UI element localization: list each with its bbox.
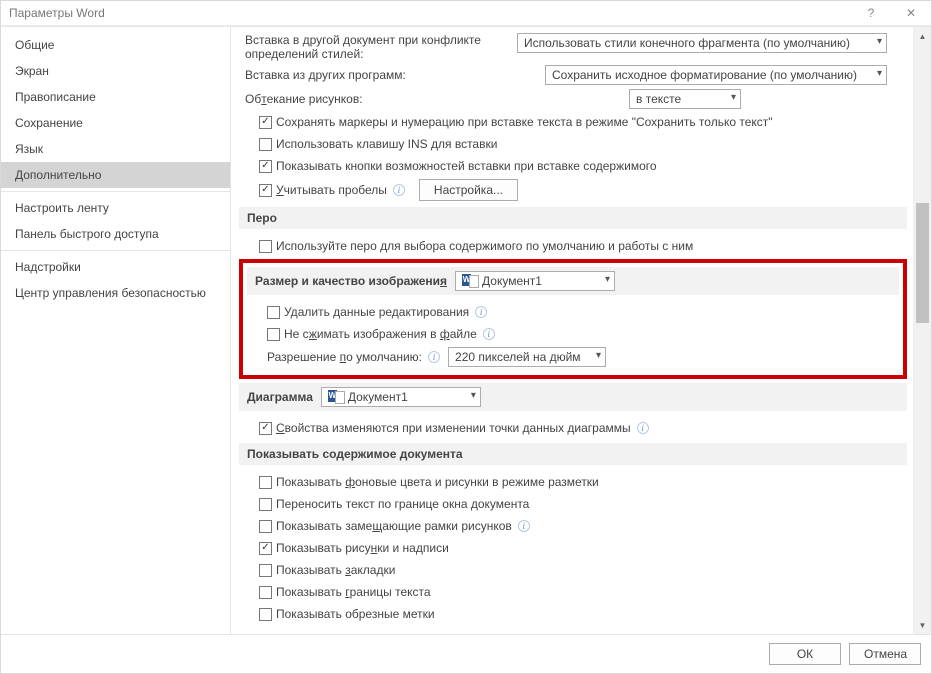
row-smart-cut-paste: Учитывать пробелы Настройка... xyxy=(239,177,907,203)
info-icon[interactable] xyxy=(483,328,495,340)
close-button[interactable]: ✕ xyxy=(891,1,931,26)
checkbox-ins-key[interactable] xyxy=(259,138,272,151)
options-dialog: Параметры Word ? ✕ Общие Экран Правописа… xyxy=(0,0,932,674)
checkbox-show-bg[interactable] xyxy=(259,476,272,489)
sidebar-item-save[interactable]: Сохранение xyxy=(1,110,230,136)
checkbox-show-crop-marks[interactable] xyxy=(259,608,272,621)
sidebar-item-advanced[interactable]: Дополнительно xyxy=(1,162,230,188)
sidebar-item-quick-access[interactable]: Панель быстрого доступа xyxy=(1,221,230,247)
highlight-image-section: Размер и качество изображения Документ1 … xyxy=(239,259,907,379)
sidebar-item-display[interactable]: Экран xyxy=(1,58,230,84)
row-placeholder-frames: Показывать замещающие рамки рисунков xyxy=(239,515,907,537)
checkbox-show-text-borders[interactable] xyxy=(259,586,272,599)
row-chart-properties: Свойства изменяются при изменении точки … xyxy=(239,417,907,439)
dialog-title: Параметры Word xyxy=(9,6,105,20)
checkbox-show-bookmarks[interactable] xyxy=(259,564,272,577)
section-chart: Диаграмма Документ1 xyxy=(239,383,907,411)
row-show-crop-marks: Показывать обрезные метки xyxy=(239,603,907,625)
titlebar: Параметры Word ? ✕ xyxy=(1,1,931,26)
checkbox-no-compress[interactable] xyxy=(267,328,280,341)
row-keep-bullets: Сохранять маркеры и нумерацию при вставк… xyxy=(239,111,907,133)
word-icon xyxy=(462,274,478,288)
main-panel: Вставка в другой документ при конфликте … xyxy=(231,27,931,634)
row-show-drawings: Показывать рисунки и надписи xyxy=(239,537,907,559)
select-default-resolution[interactable]: 220 пикселей на дюйм xyxy=(448,347,606,367)
row-ins-key: Использовать клавишу INS для вставки xyxy=(239,133,907,155)
select-image-doc[interactable]: Документ1 xyxy=(455,271,615,291)
info-icon[interactable] xyxy=(637,422,649,434)
checkbox-show-drawings[interactable] xyxy=(259,542,272,555)
row-show-text-borders: Показывать границы текста xyxy=(239,581,907,603)
scrollbar[interactable]: ▲ ▼ xyxy=(913,27,931,634)
select-paste-conflict[interactable]: Использовать стили конечного фрагмента (… xyxy=(517,33,887,53)
checkbox-show-paste-options[interactable] xyxy=(259,160,272,173)
row-discard-edit: Удалить данные редактирования xyxy=(247,301,899,323)
row-no-compress: Не сжимать изображения в файле xyxy=(247,323,899,345)
sidebar-item-general[interactable]: Общие xyxy=(1,32,230,58)
section-pen: Перо xyxy=(239,207,907,229)
row-show-paste-options: Показывать кнопки возможностей вставки п… xyxy=(239,155,907,177)
checkbox-chart-properties[interactable] xyxy=(259,422,272,435)
dialog-footer: ОК Отмена xyxy=(1,634,931,673)
sidebar-item-proofing[interactable]: Правописание xyxy=(1,84,230,110)
sidebar-item-addins[interactable]: Надстройки xyxy=(1,254,230,280)
sidebar: Общие Экран Правописание Сохранение Язык… xyxy=(1,27,231,634)
info-icon[interactable] xyxy=(518,520,530,532)
main-scroll: Вставка в другой документ при конфликте … xyxy=(231,27,913,634)
checkbox-smart-cut-paste[interactable] xyxy=(259,184,272,197)
row-default-resolution: Разрешение по умолчанию: 220 пикселей на… xyxy=(247,345,899,369)
info-icon[interactable] xyxy=(428,351,440,363)
section-show-content: Показывать содержимое документа xyxy=(239,443,907,465)
settings-button[interactable]: Настройка... xyxy=(419,179,518,201)
row-show-bookmarks: Показывать закладки xyxy=(239,559,907,581)
scroll-down[interactable]: ▼ xyxy=(914,616,932,634)
checkbox-pen[interactable] xyxy=(259,240,272,253)
scroll-thumb[interactable] xyxy=(916,203,929,323)
info-icon[interactable] xyxy=(393,184,405,196)
row-show-bg: Показывать фоновые цвета и рисунки в реж… xyxy=(239,471,907,493)
section-image-quality: Размер и качество изображения Документ1 xyxy=(247,267,899,295)
cancel-button[interactable]: Отмена xyxy=(849,643,921,665)
row-pen-option: Используйте перо для выбора содержимого … xyxy=(239,235,907,257)
select-image-wrap[interactable]: в тексте xyxy=(629,89,741,109)
scroll-up[interactable]: ▲ xyxy=(914,27,932,45)
sidebar-item-customize-ribbon[interactable]: Настроить ленту xyxy=(1,195,230,221)
help-button[interactable]: ? xyxy=(851,1,891,26)
ok-button[interactable]: ОК xyxy=(769,643,841,665)
row-paste-other-programs: Вставка из других программ: Сохранить ис… xyxy=(239,63,907,87)
checkbox-keep-bullets[interactable] xyxy=(259,116,272,129)
scroll-track[interactable] xyxy=(914,45,931,616)
select-chart-doc[interactable]: Документ1 xyxy=(321,387,481,407)
select-paste-other-programs[interactable]: Сохранить исходное форматирование (по ум… xyxy=(545,65,887,85)
row-paste-conflict: Вставка в другой документ при конфликте … xyxy=(239,31,907,63)
info-icon[interactable] xyxy=(475,306,487,318)
sidebar-item-trust-center[interactable]: Центр управления безопасностью xyxy=(1,280,230,306)
sidebar-item-language[interactable]: Язык xyxy=(1,136,230,162)
word-icon xyxy=(328,390,344,404)
row-wrap-text: Переносить текст по границе окна докумен… xyxy=(239,493,907,515)
checkbox-placeholder-frames[interactable] xyxy=(259,520,272,533)
checkbox-wrap-text[interactable] xyxy=(259,498,272,511)
checkbox-discard-edit[interactable] xyxy=(267,306,280,319)
dialog-content: Общие Экран Правописание Сохранение Язык… xyxy=(1,26,931,634)
row-image-wrap: Обтекание рисунков: в тексте xyxy=(239,87,907,111)
